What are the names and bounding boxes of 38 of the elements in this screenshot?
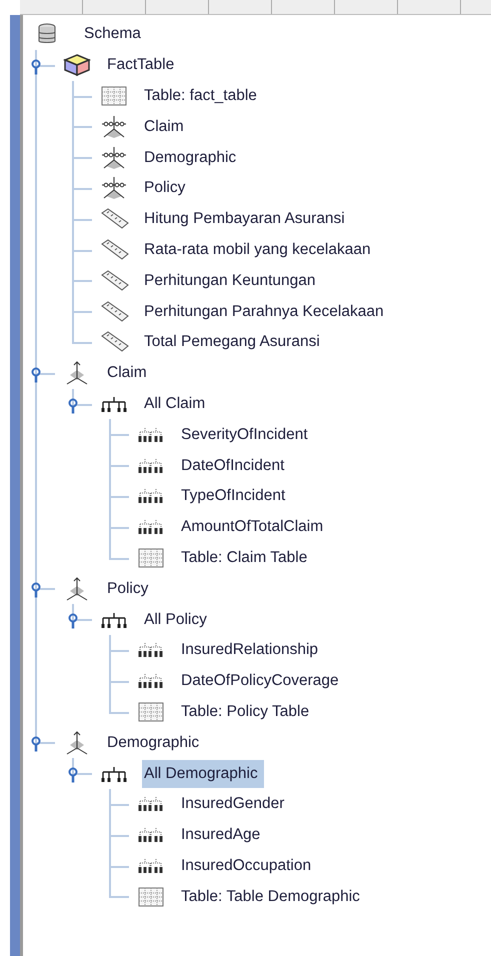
expand-handle-icon[interactable] [68, 613, 78, 630]
node-label[interactable]: Claim [105, 361, 149, 386]
node-label[interactable]: Table: fact_table [142, 84, 259, 108]
expand-handle-icon[interactable] [31, 582, 41, 598]
node-label[interactable]: Table: Claim Table [179, 546, 310, 570]
node-label[interactable]: Schema [82, 22, 143, 46]
cube-icon [61, 53, 93, 78]
expand-handle-icon[interactable] [31, 366, 41, 383]
node-label[interactable]: Total Pemegang Asuransi [142, 330, 322, 354]
node-label[interactable]: Rata-rata mobil yang kecelakaan [142, 238, 373, 262]
expand-handle-icon[interactable] [68, 767, 78, 784]
node-label[interactable]: InsuredAge [179, 823, 262, 848]
expand-handle-icon[interactable] [68, 398, 78, 414]
node-label[interactable]: InsuredOccupation [179, 854, 314, 878]
node-label[interactable]: DateOfIncident [179, 454, 286, 478]
node-label[interactable]: Policy [142, 176, 188, 200]
node-label[interactable]: Policy [105, 576, 150, 601]
node-label[interactable]: InsuredGender [179, 792, 286, 816]
node-label[interactable]: Demographic [142, 146, 238, 170]
node-label[interactable]: All Claim [142, 392, 208, 416]
node-label[interactable]: Claim [142, 114, 186, 139]
node-label[interactable]: DateOfPolicyCoverage [179, 669, 341, 694]
node-label[interactable]: InsuredRelationship [179, 638, 320, 662]
node-label[interactable]: SeverityOfIncident [179, 422, 310, 447]
node-label[interactable]: Table: Table Demographic [179, 884, 362, 909]
node-label[interactable]: TypeOfIncident [179, 484, 288, 508]
node-label[interactable]: FactTable [105, 53, 176, 78]
expand-handle-icon[interactable] [31, 58, 41, 75]
database-icon [38, 23, 56, 46]
node-label[interactable]: Demographic [105, 730, 202, 755]
node-label[interactable]: Perhitungan Parahnya Kecelakaan [142, 300, 386, 324]
expand-handle-icon[interactable] [31, 736, 41, 752]
node-label[interactable]: Hitung Pembayaran Asuransi [142, 207, 347, 232]
node-label[interactable]: Table: Policy Table [179, 700, 312, 724]
node-label[interactable]: All Demographic [142, 760, 264, 788]
node-label[interactable]: AmountOfTotalClaim [179, 515, 326, 540]
node-label[interactable]: All Policy [142, 608, 209, 632]
node-label[interactable]: Perhitungan Keuntungan [142, 268, 318, 293]
